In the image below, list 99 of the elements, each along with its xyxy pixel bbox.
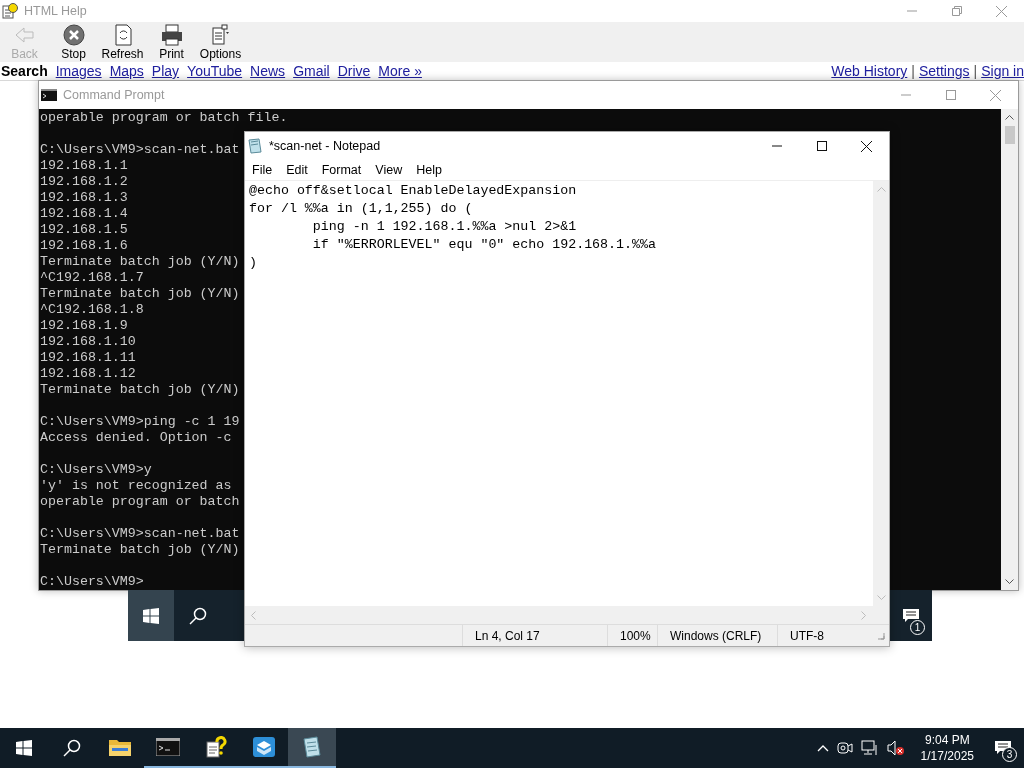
console-line: Terminate batch job (Y/N) (40, 286, 240, 302)
link-separator: | (911, 63, 915, 79)
taskbar-app[interactable] (288, 728, 336, 768)
console-line: 192.168.1.11 (40, 350, 136, 366)
menu-item[interactable]: File (245, 163, 280, 177)
nav-link[interactable]: Gmail (293, 63, 330, 79)
maximize-icon (816, 141, 827, 151)
nav-link[interactable]: News (250, 63, 286, 79)
date-text: 1/17/2025 (920, 748, 974, 764)
search-icon (189, 606, 207, 625)
console-line: 192.168.1.6 (40, 238, 128, 254)
window-title: HTML Help (24, 4, 87, 18)
nav-link[interactable]: More » (378, 63, 422, 79)
notifications-button[interactable]: 1 (890, 590, 932, 641)
console-line: 192.168.1.1 (40, 158, 128, 174)
console-line: Access denied. Option -c (40, 430, 232, 446)
scroll-thumb[interactable] (1004, 126, 1015, 144)
menu-item[interactable]: View (368, 163, 410, 177)
console-line: 192.168.1.2 (40, 174, 128, 190)
close-icon (861, 140, 872, 152)
time-text: 9:04 PM (924, 732, 970, 748)
console-line: 192.168.1.4 (40, 206, 128, 222)
status-field: Windows (CRLF) (657, 625, 777, 646)
scrollbar[interactable] (1001, 109, 1018, 590)
nav-link[interactable]: Maps (109, 63, 144, 79)
text-editor[interactable]: @echo off&setlocal EnableDelayedExpansion for /l %%a in (1,1,255) do ( ping -n 1 192.168.1.%%a >nul 2>&1 if "%ERRORLEVEL" equ "0" echo 192.168.1.%%a ) (245, 181, 873, 606)
account-link[interactable]: Sign in (981, 63, 1024, 79)
status-field: UTF-8 (777, 625, 873, 646)
menu-item[interactable]: Help (409, 163, 449, 177)
windows-logo-icon (143, 607, 159, 624)
folder-icon (108, 737, 132, 757)
scroll-down-icon (1005, 579, 1014, 585)
notepad-icon (247, 138, 263, 154)
nav-link[interactable]: Drive (337, 63, 371, 79)
status-field: 100% (607, 625, 657, 646)
chevron-up-icon[interactable] (816, 744, 829, 752)
nav-link[interactable]: Images (55, 63, 102, 79)
menu-item[interactable]: Format (314, 163, 369, 177)
console-line: 192.168.1.10 (40, 334, 136, 350)
nav-link[interactable]: YouTube (187, 63, 243, 79)
console-line: 192.168.1.9 (40, 318, 128, 334)
console-line: 192.168.1.12 (40, 366, 136, 382)
console-line: Terminate batch job (Y/N) (40, 382, 240, 398)
console-line: 192.168.1.5 (40, 222, 128, 238)
search-icon (63, 739, 81, 757)
network-icon[interactable] (860, 740, 879, 756)
window-title: Command Prompt (63, 88, 165, 102)
console-line: ^C192.168.1.7 (40, 270, 144, 286)
console-line: C:\Users\VM9>scan-net.bat (40, 526, 240, 542)
maximize-icon (945, 90, 956, 100)
scrollbar[interactable] (873, 181, 889, 606)
toolbar-button[interactable]: Refresh (98, 23, 147, 61)
notifications-button[interactable]: 3 (982, 728, 1024, 768)
meeting-icon[interactable] (836, 740, 853, 756)
muted-speaker-icon[interactable] (886, 740, 905, 756)
console-line: Terminate batch job (Y/N) (40, 542, 240, 558)
toolbar-button[interactable]: Stop (49, 23, 98, 61)
windows-logo-icon (16, 740, 32, 756)
nav-link[interactable]: Search (1, 63, 48, 79)
console-line: Terminate batch job (Y/N) (40, 254, 240, 270)
box-icon (252, 736, 276, 758)
window-title: *scan-net - Notepad (269, 139, 381, 153)
terminal-icon (41, 89, 57, 101)
start-button[interactable] (128, 590, 174, 641)
close-icon (990, 89, 1001, 101)
stop-icon (61, 23, 86, 46)
scroll-down-icon (876, 595, 886, 601)
console-line: C:\Users\VM9> (40, 574, 144, 590)
restore-icon (951, 6, 962, 16)
menu-item[interactable]: Edit (279, 163, 315, 177)
scroll-up-icon (876, 186, 886, 192)
message-icon (902, 607, 920, 624)
status-field: Ln 4, Col 17 (462, 625, 607, 646)
notification-count: 1 (910, 620, 925, 635)
account-link[interactable]: Web History (831, 63, 908, 79)
console-line: operable program or batch (40, 494, 240, 510)
resize-grip-icon[interactable] (877, 631, 885, 640)
terminal-icon (156, 738, 180, 756)
console-line: 192.168.1.3 (40, 190, 128, 206)
console-line: 'y' is not recognized as (40, 478, 232, 494)
close-icon (996, 5, 1007, 17)
console-line: operable program or batch file. (40, 110, 288, 126)
toolbar-button[interactable]: Options (196, 23, 245, 61)
printer-icon (159, 23, 184, 46)
toolbar-button[interactable]: Print (147, 23, 196, 61)
nav-link[interactable]: Play (151, 63, 180, 79)
console-line: C:\Users\VM9>scan-net.bat (40, 142, 240, 158)
console-line: ^C192.168.1.8 (40, 302, 144, 318)
console-line: C:\Users\VM9>y (40, 462, 152, 478)
scroll-left-icon (250, 610, 256, 620)
console-line: C:\Users\VM9>ping -c 1 19 (40, 414, 240, 430)
notification-count: 3 (1002, 747, 1017, 762)
clock[interactable]: 9:04 PM 1/17/2025 (912, 732, 982, 764)
help-icon (205, 736, 227, 758)
scroll-up-icon (1005, 114, 1014, 120)
notepad-icon (301, 736, 323, 758)
link-separator: | (973, 63, 978, 79)
scroll-right-icon (861, 610, 867, 620)
account-link[interactable]: Settings (918, 63, 970, 79)
